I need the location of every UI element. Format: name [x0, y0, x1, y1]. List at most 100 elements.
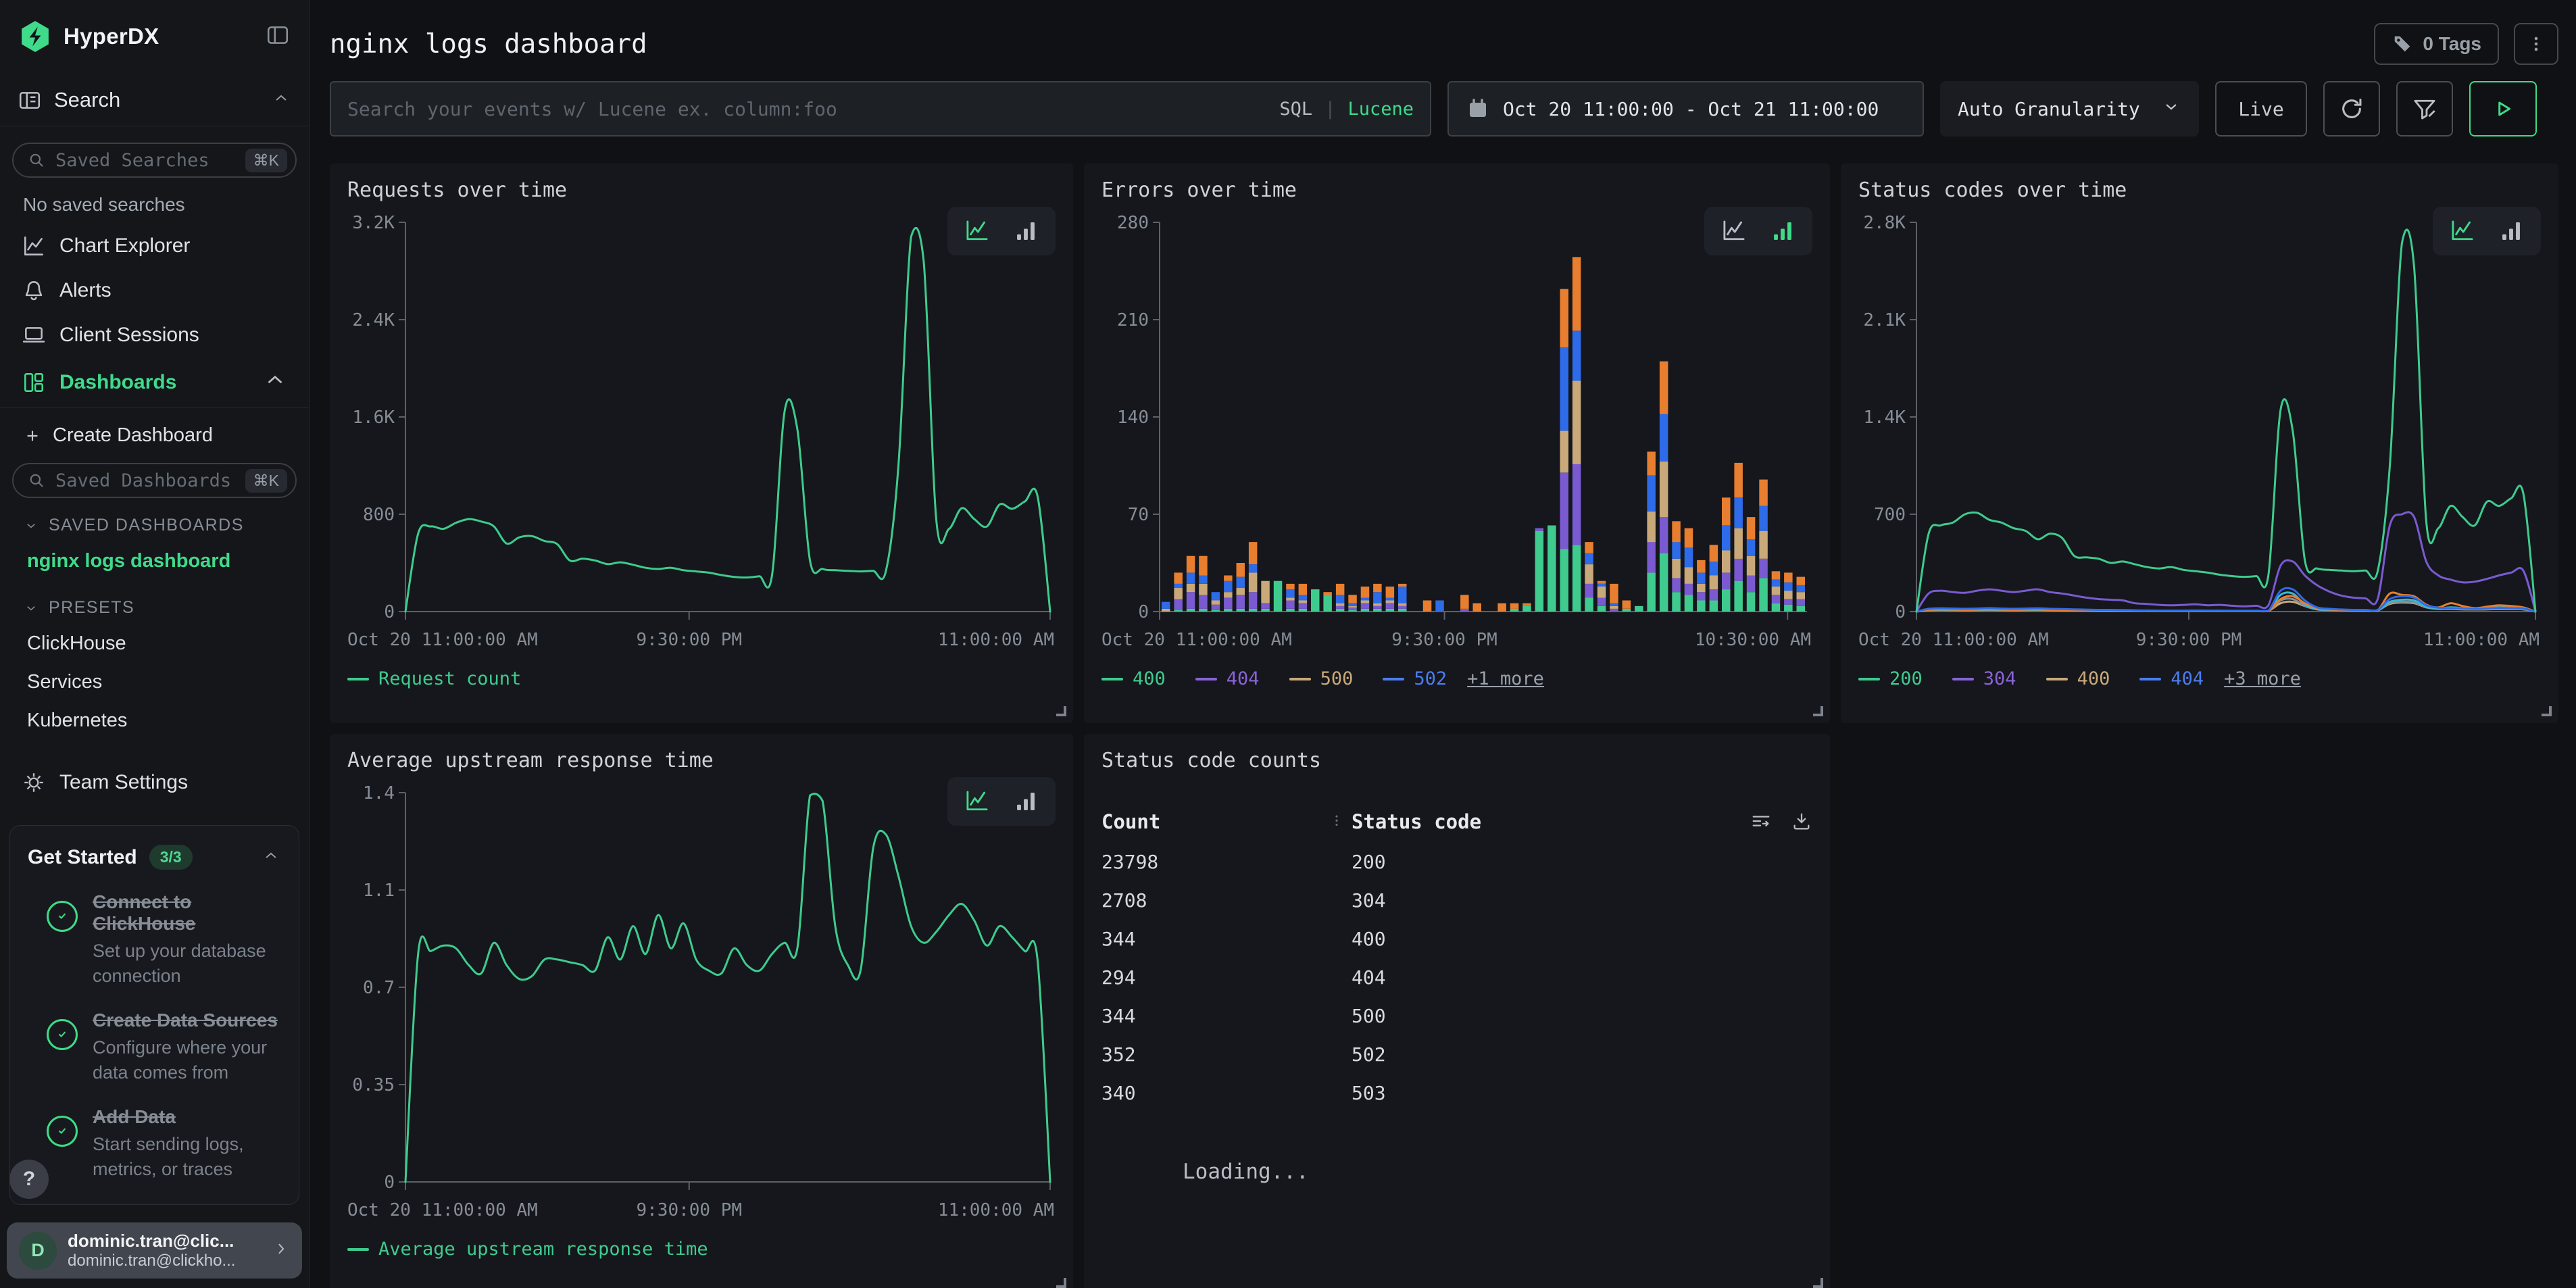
legend-swatch	[1101, 678, 1123, 680]
get-started-item[interactable]: Add DataStart sending logs, metrics, or …	[47, 1106, 281, 1181]
saved-searches-field[interactable]	[55, 150, 236, 171]
line-chart-toggle-icon[interactable]	[1719, 218, 1749, 245]
panel-resize-handle[interactable]	[2542, 706, 2552, 716]
live-button[interactable]: Live	[2215, 81, 2307, 137]
legend-item[interactable]: 304	[1952, 668, 2016, 689]
line-chart-toggle-icon[interactable]	[962, 218, 992, 245]
bar-chart-toggle-icon[interactable]	[1011, 788, 1041, 815]
sidebar-item-kubernetes[interactable]: Kubernetes	[12, 701, 297, 740]
sidebar-item-clickhouse[interactable]: ClickHouse	[12, 624, 297, 663]
get-started-item[interactable]: Create Data SourcesConfigure where your …	[47, 1010, 281, 1085]
sidebar-item-dashboards[interactable]: Dashboards	[12, 357, 297, 407]
table-row[interactable]: 344400	[1101, 920, 1812, 958]
lucene-toggle[interactable]: Lucene	[1347, 99, 1414, 120]
help-button[interactable]: ?	[9, 1160, 49, 1199]
legend-item[interactable]: 400	[2046, 668, 2110, 689]
line-chart-toggle-icon[interactable]	[2448, 218, 2477, 245]
panel-resize-handle[interactable]	[1056, 706, 1066, 716]
event-search-input[interactable]	[347, 98, 1279, 120]
sidebar-item-label: Client Sessions	[59, 324, 199, 347]
download-icon[interactable]	[1791, 811, 1812, 833]
presets-section-header[interactable]: PRESETS	[12, 580, 297, 624]
chevron-down-icon	[2161, 98, 2181, 120]
svg-text:0: 0	[384, 1172, 395, 1193]
sidebar: HyperDX Search ⌘K No saved searches Char…	[0, 0, 309, 1288]
table-body: 2379820027083043444002944043445003525023…	[1101, 843, 1812, 1112]
panel-resize-handle[interactable]	[1056, 1278, 1066, 1288]
refresh-button[interactable]	[2323, 81, 2380, 137]
legend-more-link[interactable]: +1 more	[1467, 668, 1544, 689]
sidebar-item-chart-explorer[interactable]: Chart Explorer	[12, 224, 297, 268]
check-circle-icon	[47, 1116, 78, 1147]
legend-item[interactable]: 404	[2139, 668, 2204, 689]
get-started-item[interactable]: Connect to ClickHouseSet up your databas…	[47, 891, 281, 988]
table-row[interactable]: 340503	[1101, 1074, 1812, 1112]
get-started-header[interactable]: Get Started 3/3	[28, 845, 281, 870]
table-row[interactable]: 344500	[1101, 997, 1812, 1035]
legend-item[interactable]: 400	[1101, 668, 1166, 689]
svg-text:Oct 20 11:00:00 AM: Oct 20 11:00:00 AM	[1858, 630, 2049, 650]
sidebar-item-client-sessions[interactable]: Client Sessions	[12, 313, 297, 357]
bar-chart-toggle-icon[interactable]	[1011, 218, 1041, 245]
saved-dashboards-section-header[interactable]: SAVED DASHBOARDS	[12, 498, 297, 542]
tags-button[interactable]: 0 Tags	[2374, 23, 2499, 65]
column-drag-handle-icon[interactable]	[1331, 812, 1342, 832]
get-started-item-title: Create Data Sources	[93, 1010, 281, 1031]
bar-chart-toggle-icon[interactable]	[2496, 218, 2526, 245]
user-names: dominic.tran@clic... dominic.tran@clickh…	[68, 1231, 262, 1270]
svg-text:11:00:00 AM: 11:00:00 AM	[2423, 630, 2540, 650]
kebab-icon	[2526, 32, 2546, 55]
filter-button[interactable]	[2396, 81, 2453, 137]
run-query-button[interactable]	[2469, 81, 2537, 137]
legend-more-link[interactable]: +3 more	[2224, 668, 2301, 689]
table-row[interactable]: 294404	[1101, 958, 1812, 997]
sidebar-collapse-icon[interactable]	[264, 23, 291, 51]
table-row[interactable]: 23798200	[1101, 843, 1812, 881]
plus-icon	[23, 426, 42, 445]
sidebar-section-search[interactable]: Search	[0, 74, 309, 126]
sql-toggle[interactable]: SQL	[1279, 99, 1312, 120]
event-search-bar[interactable]: SQL | Lucene	[330, 81, 1431, 137]
panel-resize-handle[interactable]	[1813, 706, 1823, 716]
table-row[interactable]: 2708304	[1101, 881, 1812, 920]
sidebar-item-team-settings[interactable]: Team Settings	[12, 760, 297, 805]
svg-text:0: 0	[1138, 602, 1149, 622]
cell-status-code: 400	[1331, 928, 1386, 950]
saved-dashboards-input[interactable]: ⌘K	[12, 463, 297, 498]
legend-item[interactable]: Request count	[347, 668, 521, 689]
table-row[interactable]: 352502	[1101, 1035, 1812, 1074]
user-account-button[interactable]: D dominic.tran@clic... dominic.tran@clic…	[7, 1222, 302, 1279]
get-started-card: Get Started 3/3 Connect to ClickHouseSet…	[9, 825, 299, 1205]
column-header-count[interactable]: Count	[1101, 810, 1331, 833]
sidebar-item-alerts[interactable]: Alerts	[12, 268, 297, 313]
bar-chart-toggle-icon[interactable]	[1768, 218, 1798, 245]
create-dashboard-button[interactable]: Create Dashboard	[12, 410, 297, 453]
legend-item[interactable]: 500	[1289, 668, 1354, 689]
legend-item[interactable]: Average upstream response time	[347, 1239, 708, 1260]
tag-icon	[2392, 33, 2413, 55]
legend-item[interactable]: 200	[1858, 668, 1923, 689]
panel-resize-handle[interactable]	[1813, 1278, 1823, 1288]
wrap-text-icon[interactable]	[1750, 811, 1772, 833]
panel-title: Status code counts	[1101, 749, 1812, 772]
date-range-picker[interactable]: Oct 20 11:00:00 - Oct 21 11:00:00	[1447, 81, 1924, 137]
dashboard-menu-button[interactable]	[2514, 23, 2558, 65]
legend-item[interactable]: 502	[1383, 668, 1447, 689]
svg-text:9:30:00 PM: 9:30:00 PM	[636, 630, 742, 650]
granularity-select[interactable]: Auto Granularity	[1940, 81, 2199, 137]
sidebar-item-label: Team Settings	[59, 771, 188, 794]
saved-searches-input[interactable]: ⌘K	[12, 143, 297, 178]
sidebar-item-nginx-logs-dashboard[interactable]: nginx logs dashboard	[12, 542, 297, 580]
column-header-status-code[interactable]: Status code	[1352, 810, 1481, 833]
get-started-item-desc: Start sending logs, metrics, or traces	[93, 1132, 281, 1181]
legend-item[interactable]: 404	[1195, 668, 1260, 689]
legend-label: 400	[1133, 668, 1166, 689]
saved-dashboards-field[interactable]	[55, 470, 236, 491]
line-chart-toggle-icon[interactable]	[962, 788, 992, 815]
calendar-icon	[1466, 97, 1489, 120]
chart-canvas: 280210140700Oct 20 11:00:00 AM9:30:00 PM…	[1101, 210, 1812, 656]
legend-swatch	[2046, 678, 2068, 680]
play-icon	[2491, 97, 2515, 121]
tags-button-label: 0 Tags	[2423, 33, 2481, 55]
sidebar-item-services[interactable]: Services	[12, 663, 297, 701]
